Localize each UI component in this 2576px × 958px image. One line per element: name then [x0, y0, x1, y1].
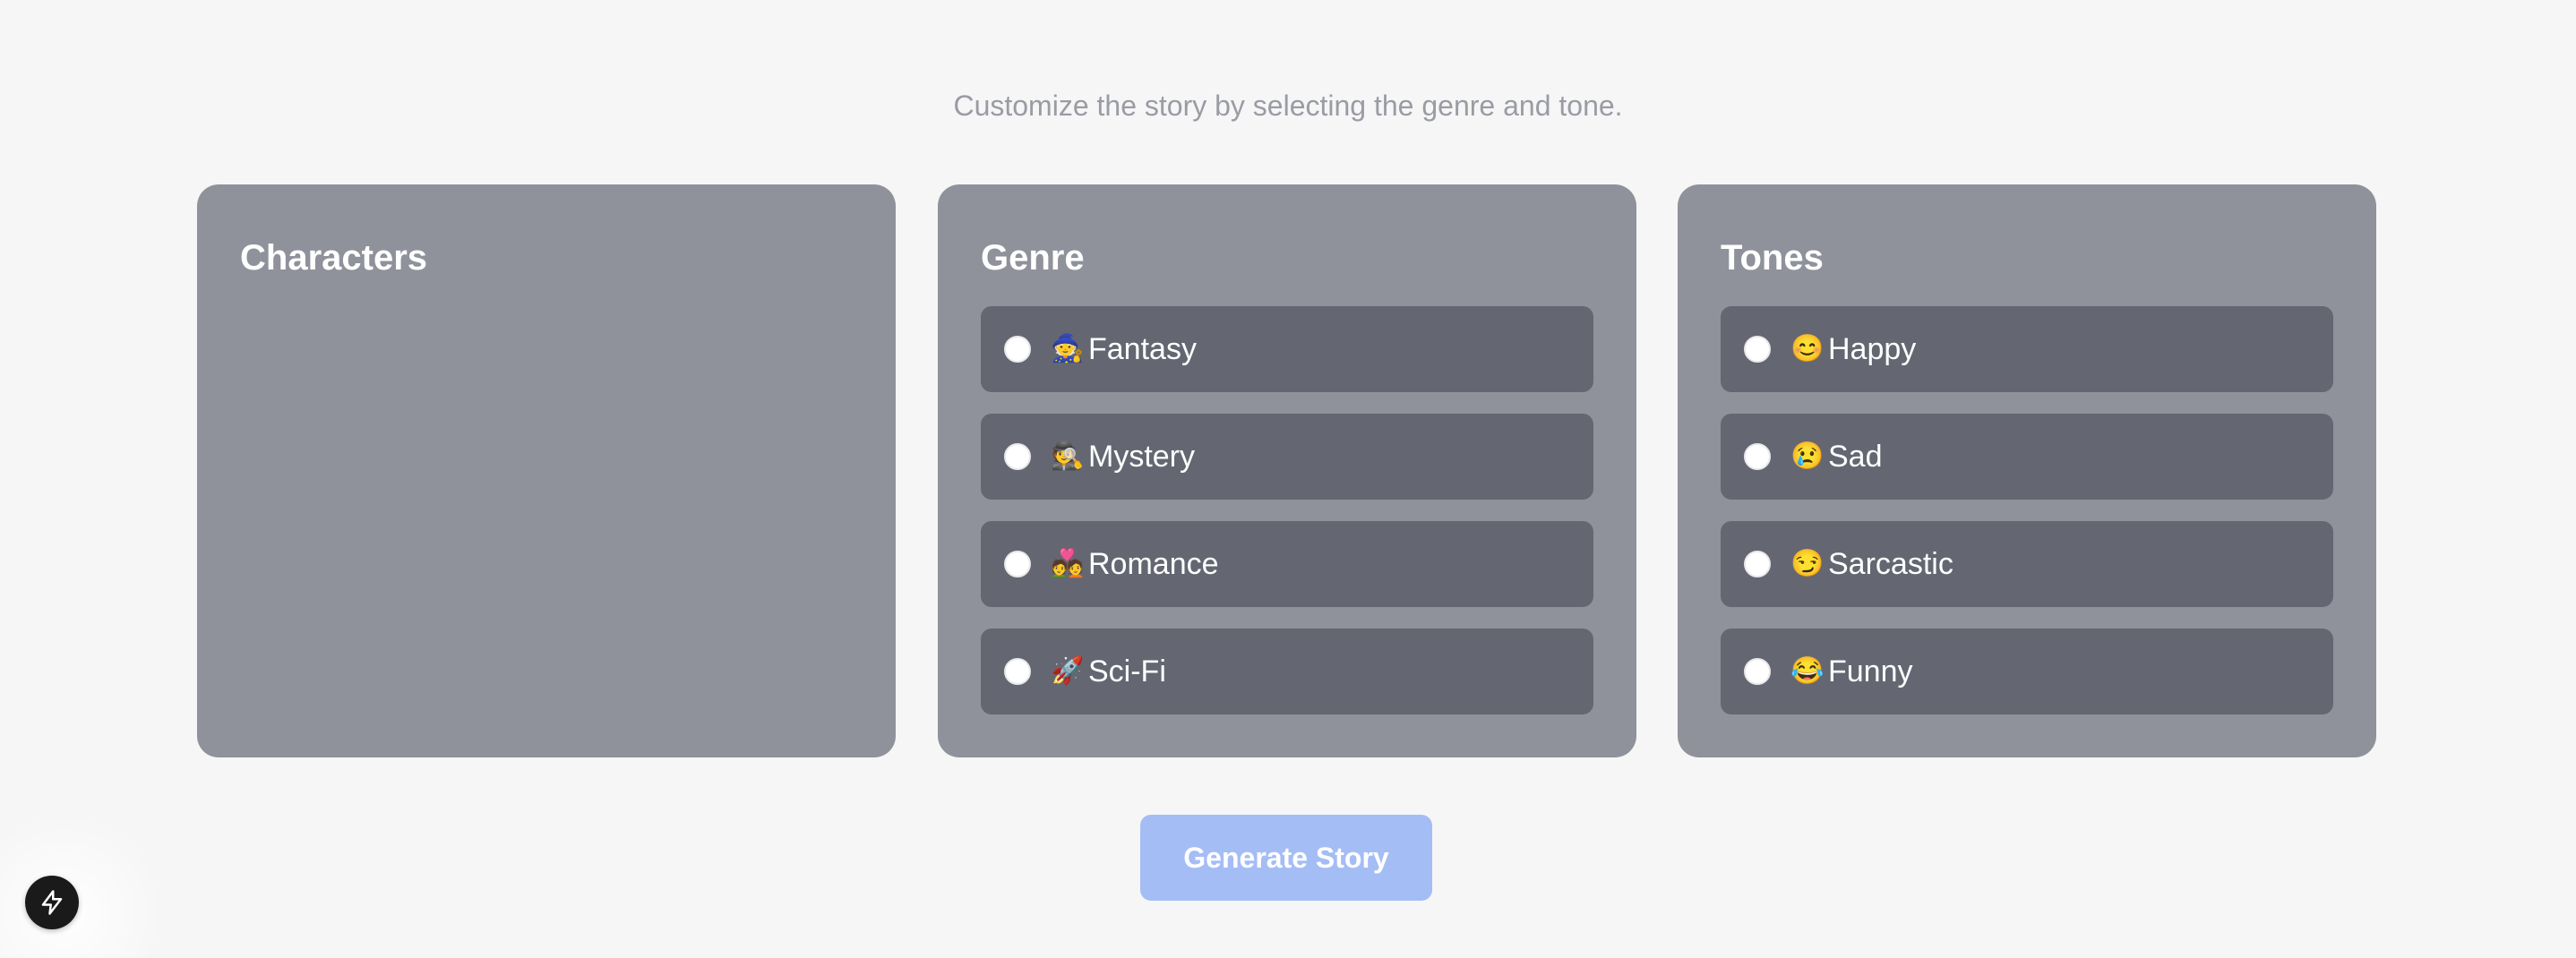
genre-option-label: Fantasy	[1088, 332, 1197, 366]
tone-option-sarcastic[interactable]: 😏 Sarcastic	[1721, 521, 2333, 607]
radio-button[interactable]	[1004, 336, 1031, 363]
tone-option-label: Sarcastic	[1828, 547, 1953, 581]
crying-face-icon: 😢	[1790, 441, 1825, 471]
tone-option-sad[interactable]: 😢 Sad	[1721, 414, 2333, 500]
rocket-icon: 🚀	[1051, 656, 1085, 686]
lightning-bolt-icon	[41, 890, 63, 915]
genre-title: Genre	[981, 238, 1085, 278]
smirking-face-icon: 😏	[1790, 549, 1825, 578]
corner-glow	[0, 806, 161, 958]
genre-option-romance[interactable]: 💑 Romance	[981, 521, 1593, 607]
tone-option-happy[interactable]: 😊 Happy	[1721, 306, 2333, 392]
radio-button[interactable]	[1004, 658, 1031, 685]
tone-option-label: Happy	[1828, 332, 1917, 366]
radio-button[interactable]	[1744, 336, 1771, 363]
tones-title: Tones	[1721, 238, 1824, 278]
genre-option-fantasy[interactable]: 🧙 Fantasy	[981, 306, 1593, 392]
genre-option-label: Sci-Fi	[1088, 654, 1166, 689]
radio-button[interactable]	[1744, 658, 1771, 685]
genre-option-mystery[interactable]: 🕵️ Mystery	[981, 414, 1593, 500]
radio-button[interactable]	[1744, 443, 1771, 470]
characters-title: Characters	[240, 238, 428, 278]
page-subtitle: Customize the story by selecting the gen…	[953, 90, 1623, 122]
laughing-face-icon: 😂	[1790, 656, 1825, 686]
genre-option-label: Mystery	[1088, 440, 1195, 474]
generate-story-button[interactable]: Generate Story	[1140, 815, 1432, 901]
couple-icon: 💑	[1051, 549, 1085, 578]
genre-option-label: Romance	[1088, 547, 1219, 581]
characters-panel: Characters	[197, 184, 896, 757]
genre-option-sci-fi[interactable]: 🚀 Sci-Fi	[981, 629, 1593, 714]
radio-button[interactable]	[1004, 443, 1031, 470]
smiling-face-icon: 😊	[1790, 334, 1825, 364]
tones-panel: Tones 😊 Happy 😢 Sad 😏 Sarcastic 😂 Funny	[1678, 184, 2376, 757]
radio-button[interactable]	[1004, 551, 1031, 577]
tone-options: 😊 Happy 😢 Sad 😏 Sarcastic 😂 Funny	[1721, 306, 2333, 736]
genre-options: 🧙 Fantasy 🕵️ Mystery 💑 Romance 🚀 Sci-Fi	[981, 306, 1593, 736]
detective-icon: 🕵️	[1051, 441, 1085, 471]
genre-panel: Genre 🧙 Fantasy 🕵️ Mystery 💑 Romance 🚀 S…	[938, 184, 1636, 757]
floating-action-button[interactable]	[25, 876, 79, 929]
tone-option-label: Sad	[1828, 440, 1883, 474]
radio-button[interactable]	[1744, 551, 1771, 577]
wizard-icon: 🧙	[1051, 334, 1085, 364]
tone-option-funny[interactable]: 😂 Funny	[1721, 629, 2333, 714]
tone-option-label: Funny	[1828, 654, 1913, 689]
